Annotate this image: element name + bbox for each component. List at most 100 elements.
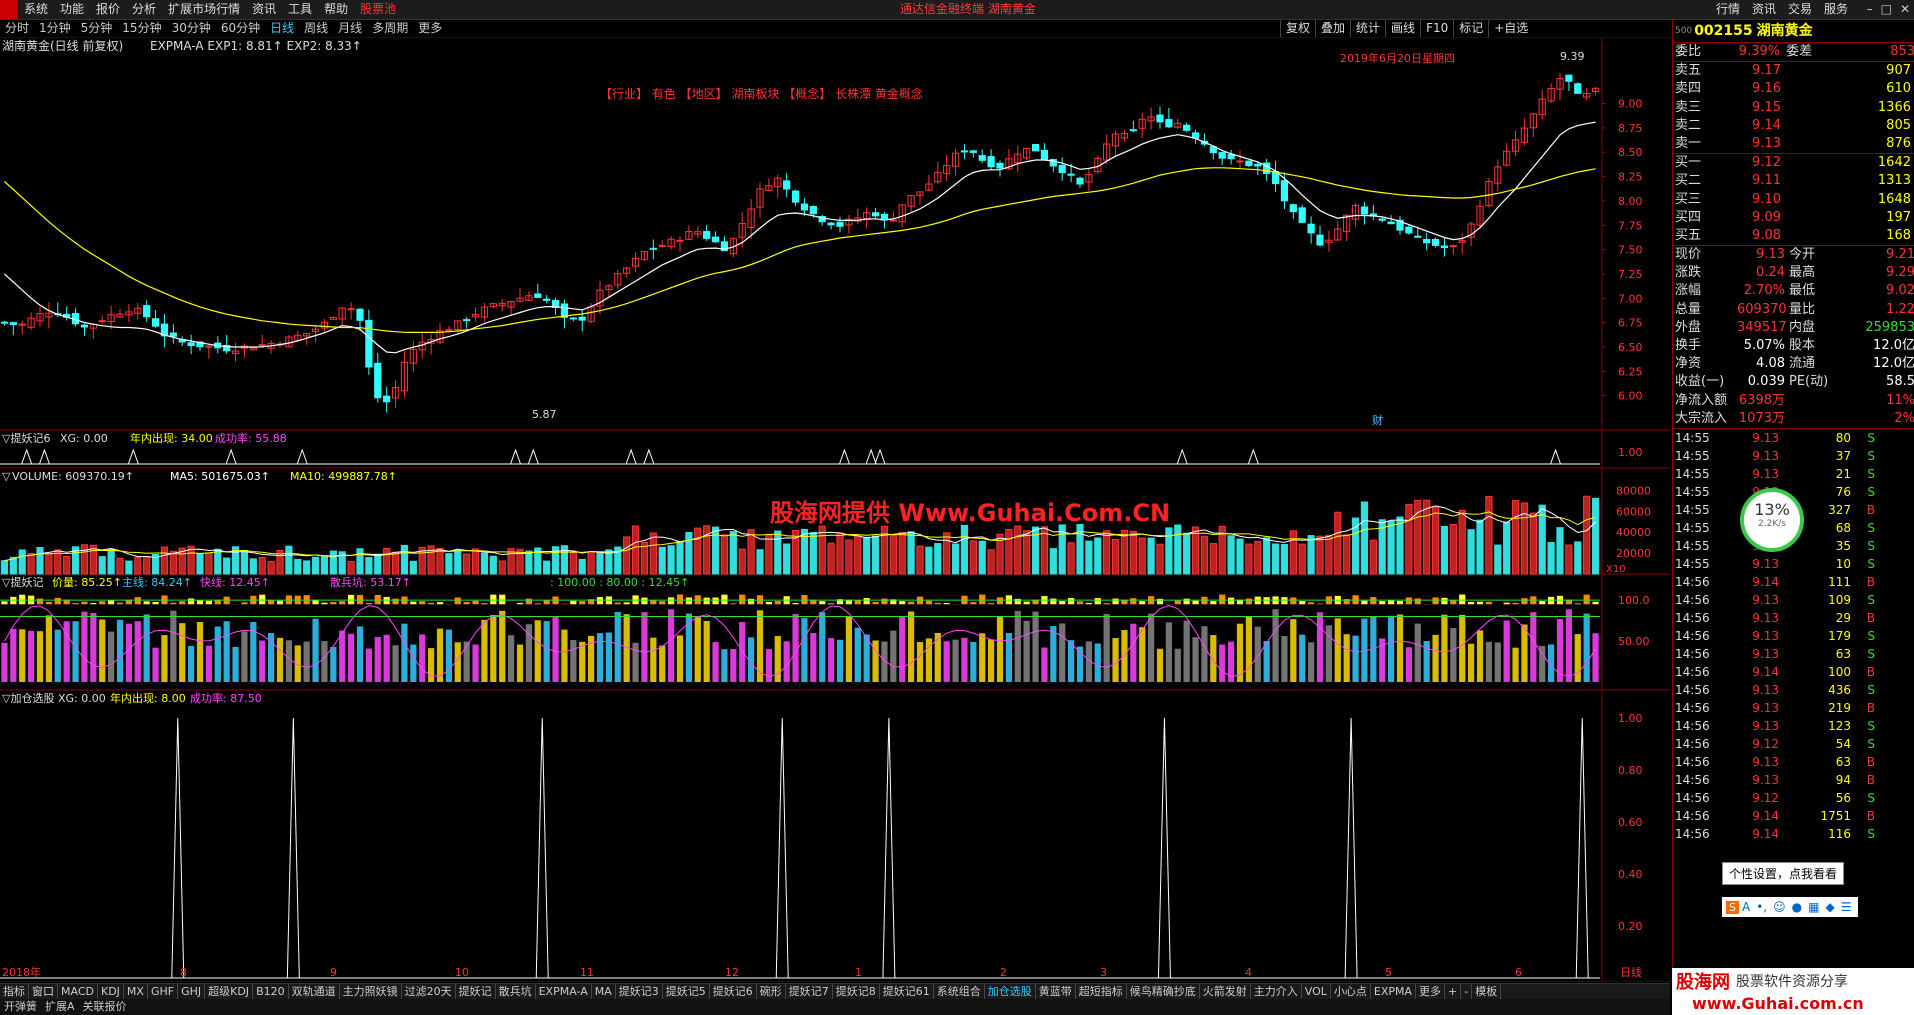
right-menu-item[interactable]: 资讯: [1746, 0, 1782, 19]
volume-bar: [214, 548, 222, 575]
sub-tab[interactable]: 开弹簧: [0, 999, 41, 1015]
indicator-tab[interactable]: 双轨通道: [289, 984, 340, 1000]
minimize-icon[interactable]: –: [1863, 0, 1877, 19]
indicator-tab[interactable]: 提妖记5: [663, 984, 710, 1000]
ind2-bar: [561, 629, 568, 682]
volume-bar: [943, 532, 951, 575]
volume-bar: [525, 550, 533, 575]
chart-tool-button[interactable]: 统计: [1350, 20, 1385, 37]
volume-bar: [0, 560, 9, 575]
indicator-tab[interactable]: 指标: [0, 984, 29, 1000]
candle-body: [9, 322, 17, 326]
volume-bar: [1245, 543, 1253, 575]
indicator-tab[interactable]: EXPMA: [1371, 984, 1417, 1000]
menu-item[interactable]: 资讯: [246, 0, 282, 19]
indicator-tab[interactable]: 碗形: [757, 984, 786, 1000]
indicator-tab[interactable]: 提妖记: [456, 984, 496, 1000]
indicator-tab[interactable]: 超级KDJ: [205, 984, 254, 1000]
menu-item[interactable]: 扩展市场行情: [162, 0, 246, 19]
indicator-tab[interactable]: 火箭发射: [1200, 984, 1251, 1000]
period-tab[interactable]: 分时: [0, 20, 34, 37]
ind2-top-bar: [1388, 600, 1395, 605]
sub-tab[interactable]: 扩展A: [41, 999, 79, 1015]
period-tab[interactable]: 1分钟: [34, 20, 76, 37]
right-menu-item[interactable]: 交易: [1782, 0, 1818, 19]
indicator-tab[interactable]: 提妖记61: [880, 984, 934, 1000]
menu-item[interactable]: 系统: [18, 0, 54, 19]
indicator-tab[interactable]: GHF: [148, 984, 179, 1000]
indicator-tab[interactable]: 更多: [1416, 984, 1446, 1000]
indicator-tab[interactable]: VOL: [1302, 984, 1331, 1000]
ind1-spike: [865, 448, 877, 465]
indicator-tab[interactable]: KDJ: [98, 984, 124, 1000]
sub-tab[interactable]: 关联报价: [79, 999, 131, 1015]
period-tab[interactable]: 5分钟: [76, 20, 118, 37]
indicator-tab[interactable]: 模板: [1472, 984, 1502, 1000]
ind2-top-bar: [712, 597, 719, 605]
period-tab[interactable]: 多周期: [367, 20, 413, 37]
period-tab[interactable]: 日线: [265, 20, 299, 37]
ind2-bar: [312, 618, 319, 682]
period-tab[interactable]: 60分钟: [216, 20, 265, 37]
indicator-tab[interactable]: +: [1445, 984, 1462, 1000]
volume-bar: [987, 549, 995, 575]
period-tab[interactable]: 30分钟: [167, 20, 216, 37]
ind2-top-bar: [934, 602, 941, 605]
indicator-tab[interactable]: 提妖记8: [833, 984, 880, 1000]
ind2-bar: [116, 619, 124, 682]
volume-bar: [1067, 542, 1075, 575]
chart-tool-button[interactable]: 画线: [1385, 20, 1420, 37]
indicator-tab[interactable]: MA: [592, 984, 616, 1000]
ind2-top-bar: [659, 601, 666, 605]
chart-tool-button[interactable]: 复权: [1280, 20, 1315, 37]
menu-item[interactable]: 报价: [90, 0, 126, 19]
menu-item[interactable]: 分析: [126, 0, 162, 19]
indicator-tab[interactable]: -: [1461, 984, 1473, 1000]
ind2-bar: [650, 637, 657, 682]
indicator-tab[interactable]: EXPMA-A: [536, 984, 592, 1000]
chart-tool-button[interactable]: +自选: [1488, 20, 1533, 37]
ind2-bar: [179, 623, 186, 682]
indicator-tab[interactable]: 散兵坑: [496, 984, 536, 1000]
indicator-tab[interactable]: 提妖记7: [786, 984, 833, 1000]
indicator-tab[interactable]: 过滤20天: [402, 984, 456, 1000]
menu-item[interactable]: 工具: [282, 0, 318, 19]
ind2-top-bar: [1512, 602, 1519, 605]
period-tab[interactable]: 月线: [333, 20, 367, 37]
ind2-tick: 50.00: [1618, 635, 1650, 648]
speed-gauge[interactable]: 13% 2.2K/s: [1740, 488, 1804, 552]
chart-tool-button[interactable]: 标记: [1453, 20, 1488, 37]
indicator-tab[interactable]: 窗口: [29, 984, 58, 1000]
menu-item[interactable]: 帮助: [318, 0, 354, 19]
indicator-tab[interactable]: 系统组合: [934, 984, 985, 1000]
maximize-icon[interactable]: □: [1877, 0, 1896, 19]
indicator-tab[interactable]: MX: [124, 984, 148, 1000]
period-tab[interactable]: 更多: [413, 20, 447, 37]
indicator-tab[interactable]: 小心点: [1331, 984, 1371, 1000]
menu-item[interactable]: 股票池: [354, 0, 402, 19]
ind2-bar: [579, 641, 586, 682]
period-tab[interactable]: 15分钟: [117, 20, 166, 37]
indicator-tab[interactable]: 主力照妖镜: [340, 984, 402, 1000]
right-menu-item[interactable]: 行情: [1710, 0, 1746, 19]
indicator-tab[interactable]: 提妖记3: [616, 984, 663, 1000]
period-tab[interactable]: 周线: [299, 20, 333, 37]
menu-item[interactable]: 功能: [54, 0, 90, 19]
indicator-tab[interactable]: 候鸟精确抄底: [1127, 984, 1200, 1000]
close-icon[interactable]: ✕: [1896, 0, 1914, 19]
ind2-top-bar: [463, 602, 470, 605]
ime-toolbar[interactable]: S A •, ☺ ● ▦ ◆ ☰: [1722, 897, 1859, 917]
indicator-tab[interactable]: B120: [253, 984, 289, 1000]
indicator-tab[interactable]: 主力介入: [1251, 984, 1302, 1000]
ind2-top-bar: [1130, 598, 1137, 605]
right-menu-item[interactable]: 服务: [1818, 0, 1854, 19]
chart-tool-button[interactable]: 叠加: [1315, 20, 1350, 37]
chart-tool-button[interactable]: F10: [1420, 20, 1453, 37]
indicator-tab[interactable]: 超短指标: [1076, 984, 1127, 1000]
indicator-tab[interactable]: 提妖记6: [710, 984, 757, 1000]
indicator-tab[interactable]: 加仓选股: [985, 984, 1036, 1000]
indicator-tab[interactable]: MACD: [58, 984, 98, 1000]
indicator-tab[interactable]: GHJ: [178, 984, 206, 1000]
ind2-bar: [81, 611, 88, 682]
indicator-tab[interactable]: 黄蓝带: [1036, 984, 1076, 1000]
